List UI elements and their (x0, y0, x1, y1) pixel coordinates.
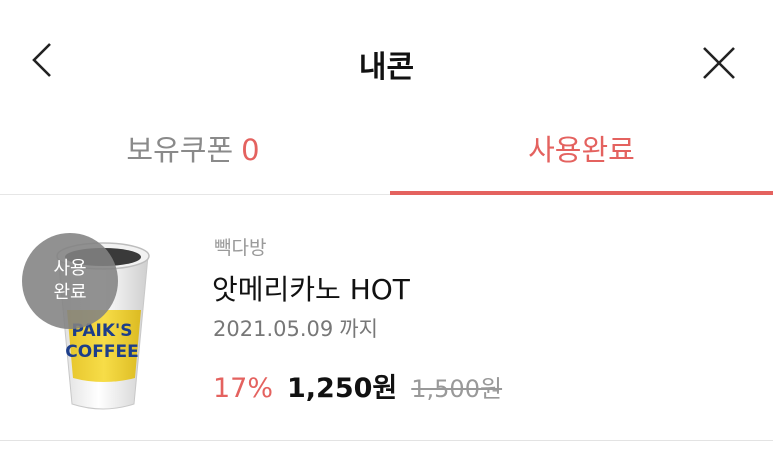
tab-owned-coupons[interactable]: 보유쿠폰 0 (0, 110, 386, 194)
coupon-list-item[interactable]: PAIK'S COFFEE 사용 완료 빽다방 앗메리카노 HOT 2021.0… (0, 196, 773, 442)
header: 내콘 (0, 0, 773, 120)
expiry-suffix: 까지 (339, 317, 378, 341)
sale-price: 1,250원 (287, 373, 398, 404)
expiry-date: 2021.05.09 (213, 317, 334, 341)
svg-text:COFFEE: COFFEE (65, 342, 138, 362)
close-button[interactable] (696, 40, 746, 90)
list-divider (0, 440, 773, 441)
coupon-name: 앗메리카노 HOT (212, 273, 410, 306)
tab-owned-label: 보유쿠폰 (126, 133, 234, 167)
price-row: 17% 1,250원 1,500원 (213, 366, 502, 405)
close-icon (703, 47, 735, 79)
coupon-expiry: 2021.05.09 까지 (213, 313, 378, 343)
tab-used-label: 사용완료 (528, 133, 635, 167)
tab-owned-count: 0 (241, 133, 260, 167)
original-price: 1,500원 (411, 375, 503, 403)
tab-bar: 보유쿠폰 0 사용완료 (0, 110, 773, 196)
used-badge: 사용 완료 (22, 233, 118, 329)
page-title: 내콘 (358, 50, 415, 85)
active-tab-indicator (390, 191, 773, 195)
coupon-brand: 빽다방 (214, 237, 267, 259)
tab-used[interactable]: 사용완료 (390, 110, 773, 194)
discount-rate: 17% (213, 373, 274, 404)
